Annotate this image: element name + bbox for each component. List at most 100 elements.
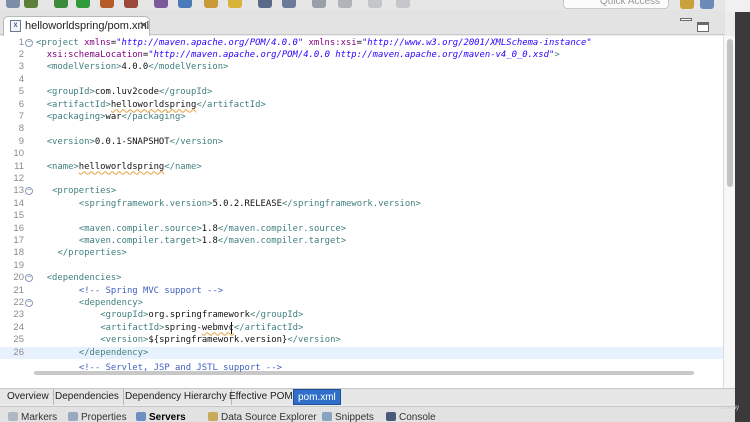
view-tab-servers[interactable]: Servers	[136, 412, 186, 422]
view-icon	[136, 412, 146, 421]
fold-toggle-icon[interactable]: −	[25, 38, 33, 47]
code-line[interactable]: 19	[0, 260, 723, 272]
view-tab-snippets[interactable]: Snippets	[322, 412, 374, 422]
debug-icon[interactable]	[54, 0, 68, 8]
window-edge	[735, 12, 750, 422]
code-line[interactable]: 14 <springframework.version>5.0.2.RELEASE…	[0, 198, 723, 210]
code-text: <artifactId>helloworldspring</artifactId…	[46, 99, 266, 110]
editor-tab-pom[interactable]: X helloworldspring/pom.xml ✕	[3, 16, 150, 36]
search-icon[interactable]	[228, 0, 242, 8]
external-tools-icon[interactable]	[100, 0, 114, 8]
code-line[interactable]: 16 <maven.compiler.source>1.8</maven.comp…	[0, 223, 723, 235]
line-number: 17	[13, 234, 24, 246]
line-number: 10	[13, 148, 24, 160]
forward-icon[interactable]	[338, 0, 352, 8]
fold-toggle-icon[interactable]: −	[25, 298, 33, 307]
line-number: 4	[18, 73, 24, 85]
line-number: 2	[18, 48, 24, 60]
history-forward-icon[interactable]	[396, 0, 410, 8]
new-file-icon[interactable]	[6, 0, 20, 8]
code-line[interactable]: 25 <version>${springframework.version}</v…	[0, 334, 723, 346]
code-line[interactable]: 8	[0, 123, 723, 135]
code-text: <packaging>war</packaging>	[46, 111, 186, 122]
line-number: 9	[18, 135, 24, 147]
globe-icon[interactable]	[282, 0, 296, 8]
view-tab-markers[interactable]: Markers	[8, 412, 57, 422]
code-text: </properties>	[57, 248, 127, 259]
line-number: 20	[13, 272, 24, 284]
code-text: <groupId>org.springframework</groupId>	[100, 310, 304, 321]
fold-toggle-icon[interactable]: −	[25, 187, 33, 196]
back-icon[interactable]	[312, 0, 326, 8]
code-line[interactable]: 24 <artifactId>spring-webmvc</artifactId>	[0, 322, 723, 334]
code-line[interactable]: 18 </properties>	[0, 247, 723, 259]
code-text: <dependencies>	[46, 273, 122, 284]
code-line[interactable]: 7 <packaging>war</packaging>	[0, 111, 723, 123]
close-icon[interactable]: ✕	[139, 19, 148, 32]
line-number: 25	[13, 334, 24, 346]
code-line[interactable]: 2 xsi:schemaLocation="http://maven.apache…	[0, 49, 723, 61]
code-line[interactable]: 3 <modelVersion>4.0.0</modelVersion>	[0, 61, 723, 73]
page-tab-overview[interactable]: Overview	[3, 389, 54, 405]
java-perspective-icon[interactable]	[700, 0, 714, 9]
history-back-icon[interactable]	[368, 0, 382, 8]
view-tab-label: Properties	[81, 412, 127, 422]
quick-access-input[interactable]: Quick Access	[563, 0, 669, 9]
code-text: <modelVersion>4.0.0</modelVersion>	[46, 62, 229, 73]
vertical-scrollbar[interactable]	[723, 36, 735, 388]
open-type-icon[interactable]	[178, 0, 192, 8]
code-line[interactable]: 11 <name>helloworldspring</name>	[0, 161, 723, 173]
line-number: 22	[13, 296, 24, 308]
view-icon	[386, 412, 396, 421]
line-number: 18	[13, 247, 24, 259]
view-tab-label: Snippets	[335, 412, 374, 422]
page-tab-dependency-hierarchy[interactable]: Dependency Hierarchy	[121, 389, 232, 405]
code-line[interactable]: 6 <artifactId>helloworldspring</artifactI…	[0, 99, 723, 111]
scrollbar-thumb[interactable]	[727, 39, 733, 187]
fold-toggle-icon[interactable]: −	[25, 274, 33, 283]
view-tab-properties[interactable]: Properties	[68, 412, 127, 422]
open-folder-icon[interactable]	[204, 0, 218, 8]
eclipse-window: Quick Access X helloworldspring/pom.xml …	[0, 0, 750, 422]
code-line[interactable]: 9 <version>0.0.1-SNAPSHOT</version>	[0, 136, 723, 148]
code-line[interactable]: 13− <properties>	[0, 185, 723, 197]
watermark: Udemy	[720, 405, 740, 411]
server-icon[interactable]	[124, 0, 138, 8]
code-line[interactable]: 23 <groupId>org.springframework</groupId>	[0, 309, 723, 321]
code-text: <!-- Spring MVC support -->	[78, 285, 224, 296]
code-line[interactable]: 1− <project xmlns="http://maven.apache.or…	[0, 37, 723, 49]
code-line[interactable]: <!-- Servlet, JSP and JSTL support -->	[0, 359, 723, 373]
page-tab-pom-xml[interactable]: pom.xml	[293, 389, 341, 405]
minimize-icon[interactable]	[680, 18, 692, 21]
code-line[interactable]: 17 <maven.compiler.target>1.8</maven.comp…	[0, 235, 723, 247]
maximize-icon[interactable]	[697, 22, 709, 32]
code-line[interactable]: 26 </dependency>	[0, 346, 723, 359]
code-text: <springframework.version>5.0.2.RELEASE</…	[78, 198, 421, 209]
view-tab-console[interactable]: Console	[386, 412, 436, 422]
annotation-icon[interactable]	[258, 0, 272, 8]
line-number: 6	[18, 98, 24, 110]
code-line[interactable]: 20− <dependencies>	[0, 272, 723, 284]
code-text: <maven.compiler.source>1.8</maven.compil…	[78, 223, 347, 234]
code-text: <dependency>	[78, 297, 143, 308]
view-tab-data-source-explorer[interactable]: Data Source Explorer	[208, 412, 317, 422]
run-icon[interactable]	[76, 0, 90, 8]
code-line[interactable]: 12	[0, 173, 723, 185]
pom-editor-page-tabs: Overview Dependencies Dependency Hierarchy…	[0, 388, 735, 405]
code-text: xsi:schemaLocation="http://maven.apache.…	[46, 49, 560, 60]
view-icon	[68, 412, 78, 421]
java-ee-perspective-icon[interactable]	[680, 0, 694, 9]
save-icon[interactable]	[24, 0, 38, 8]
line-number: 13	[13, 185, 24, 197]
new-java-class-icon[interactable]	[154, 0, 168, 8]
code-line[interactable]: 4	[0, 74, 723, 86]
code-line[interactable]: 21 <!-- Spring MVC support -->	[0, 285, 723, 297]
code-line[interactable]: 10	[0, 148, 723, 160]
xml-source-editor[interactable]: 1− <project xmlns="http://maven.apache.or…	[0, 36, 723, 388]
perspective-bar-end	[725, 0, 750, 12]
page-tab-dependencies[interactable]: Dependencies	[51, 389, 124, 405]
code-line[interactable]: 5 <groupId>com.luv2code</groupId>	[0, 86, 723, 98]
code-line[interactable]: 15	[0, 210, 723, 222]
page-tab-effective-pom[interactable]: Effective POM	[225, 389, 298, 405]
code-line[interactable]: 22− <dependency>	[0, 297, 723, 309]
